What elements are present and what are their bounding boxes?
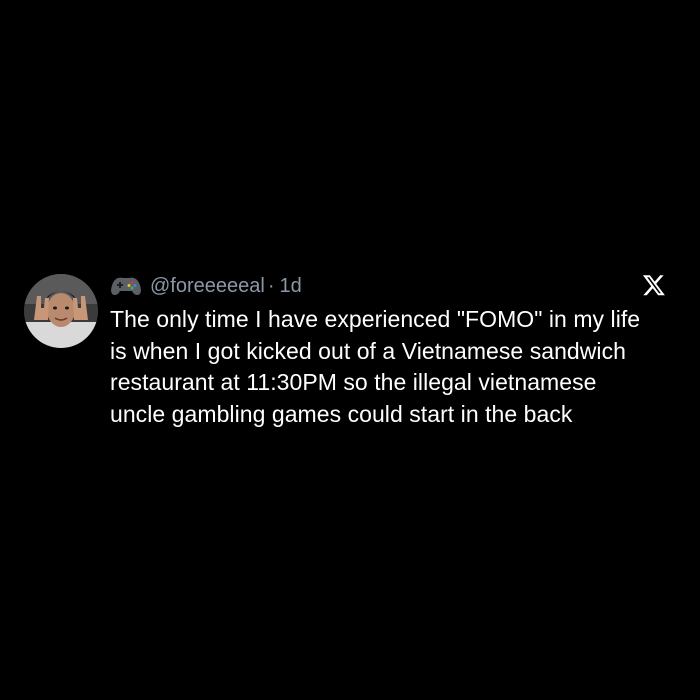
user-handle[interactable]: @foreeeeeal <box>150 272 265 300</box>
avatar[interactable] <box>24 274 98 348</box>
tweet-text-line: restaurant at 11:30PM so the illegal vie… <box>110 369 597 395</box>
x-logo-icon[interactable] <box>642 273 666 297</box>
tweet-text-line: The only time I have experienced "FOMO" … <box>110 306 641 332</box>
tweet-content: @foreeeeeal · 1d The only time I have ex… <box>110 272 676 430</box>
video-game-controller-icon <box>110 275 142 297</box>
tweet-text-line: uncle gambling games could start in the … <box>110 400 573 427</box>
screenshot-canvas: @foreeeeeal · 1d The only time I have ex… <box>0 0 700 700</box>
meta-separator: · <box>267 275 275 297</box>
tweet-text: The only time I have experienced "FOMO" … <box>110 304 676 430</box>
avatar-image <box>24 274 98 348</box>
tweet-header: @foreeeeeal · 1d <box>110 272 676 300</box>
tweet-timestamp[interactable]: 1d <box>280 272 302 300</box>
tweet-text-line: is when I got kicked out of a Vietnamese… <box>110 337 626 364</box>
